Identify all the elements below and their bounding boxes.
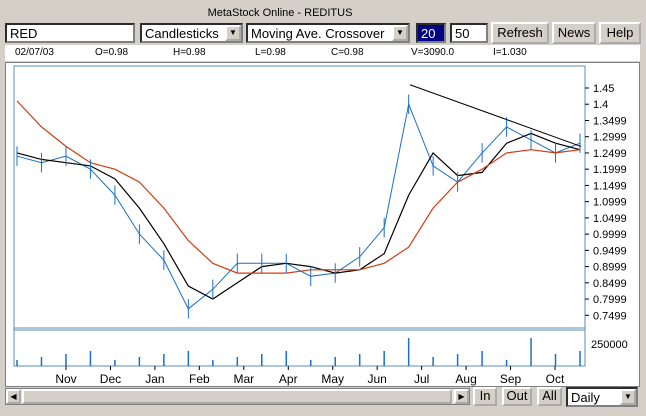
x-tick-label: Feb	[189, 372, 210, 386]
chart-type-value: Candlesticks	[145, 26, 219, 41]
indicator-value: Moving Ave. Crossover	[251, 26, 385, 41]
info-high: H=0.98	[173, 47, 206, 58]
window-title: MetaStock Online - REDITUS	[207, 7, 353, 19]
symbol-input[interactable]: RED	[5, 23, 135, 43]
y-tick-label: 1.0499	[593, 213, 627, 225]
price-pane-border	[13, 65, 586, 331]
zoom-out-button[interactable]: Out	[502, 387, 532, 406]
info-close: C=0.98	[331, 47, 364, 58]
y-tick-label: 1.4	[593, 99, 608, 111]
trend-line	[409, 84, 582, 147]
period-value: Daily	[571, 390, 600, 405]
x-tick-label: Nov	[55, 372, 76, 386]
price-series	[16, 102, 581, 310]
y-tick-label: 1.3499	[593, 115, 627, 127]
x-tick-label: Jun	[368, 372, 387, 386]
x-tick-label: Jul	[414, 372, 429, 386]
ma-short-line	[16, 132, 581, 300]
quote-info-bar: 02/07/03 O=0.98 H=0.98 L=0.98 C=0.98 V=3…	[5, 45, 640, 61]
zoom-in-button[interactable]: In	[473, 387, 497, 406]
chevron-down-icon[interactable]: ▼	[225, 25, 241, 41]
y-tick-label: 1.1999	[593, 164, 627, 176]
y-tick-label: 1.1499	[593, 180, 627, 192]
y-tick-label: 0.9499	[593, 245, 627, 257]
x-tick-label: Apr	[279, 372, 298, 386]
chart-type-select[interactable]: Candlesticks ▼	[140, 23, 243, 43]
chevron-down-icon[interactable]: ▼	[620, 389, 636, 405]
info-volume: V=3090.0	[411, 47, 455, 58]
chart-canvas: 1.45 1.4 1.3499 1.2999 1.2499 1.1999 1.1499 1.0…	[13, 65, 628, 386]
y-tick-label: 1.2999	[593, 132, 627, 144]
x-tick-label: May	[321, 372, 344, 386]
refresh-button[interactable]: Refresh	[491, 22, 549, 44]
x-tick-label: Mar	[233, 372, 254, 386]
info-open: O=0.98	[95, 47, 129, 58]
x-tick-label: Oct	[546, 372, 565, 386]
info-interest: I=1.030	[493, 47, 527, 58]
show-all-button[interactable]: All	[537, 387, 562, 406]
period-select[interactable]: Daily ▼	[566, 387, 638, 407]
volume-tick-label: 250000	[591, 339, 628, 351]
chevron-down-icon[interactable]: ▼	[392, 25, 408, 41]
info-date: 02/07/03	[15, 47, 54, 58]
news-button[interactable]: News	[552, 22, 596, 44]
scroll-thumb[interactable]	[22, 389, 452, 404]
y-tick-label: 0.7999	[593, 294, 627, 306]
indicator-select[interactable]: Moving Ave. Crossover ▼	[246, 23, 410, 43]
y-tick-label: 0.9999	[593, 229, 627, 241]
y-tick-label: 0.7499	[593, 310, 627, 322]
x-tick-label: Dec	[100, 372, 121, 386]
ma-short-period-input[interactable]: 20	[416, 23, 446, 43]
x-tick-label: Jan	[145, 372, 164, 386]
horizontal-scrollbar[interactable]: ◀ ▶	[5, 388, 470, 405]
scroll-left-icon[interactable]: ◀	[6, 389, 21, 404]
info-low: L=0.98	[255, 47, 286, 58]
x-tick-label: Sep	[500, 372, 522, 386]
ma-long-period-input[interactable]: 50	[450, 23, 488, 43]
y-tick-label: 0.8499	[593, 278, 627, 290]
y-tick-label: 1.45	[593, 83, 614, 95]
scroll-right-icon[interactable]: ▶	[454, 389, 469, 404]
help-button[interactable]: Help	[599, 22, 641, 44]
y-tick-label: 1.0999	[593, 197, 627, 209]
price-chart[interactable]: 1.45 1.4 1.3499 1.2999 1.2499 1.1999 1.1499 1.0…	[5, 62, 640, 387]
volume-pane-border	[13, 327, 586, 367]
x-tick-label: Aug	[455, 372, 476, 386]
ma-long-line	[16, 100, 581, 274]
y-tick-label: 0.8999	[593, 262, 627, 274]
y-tick-label: 1.2499	[593, 148, 627, 160]
